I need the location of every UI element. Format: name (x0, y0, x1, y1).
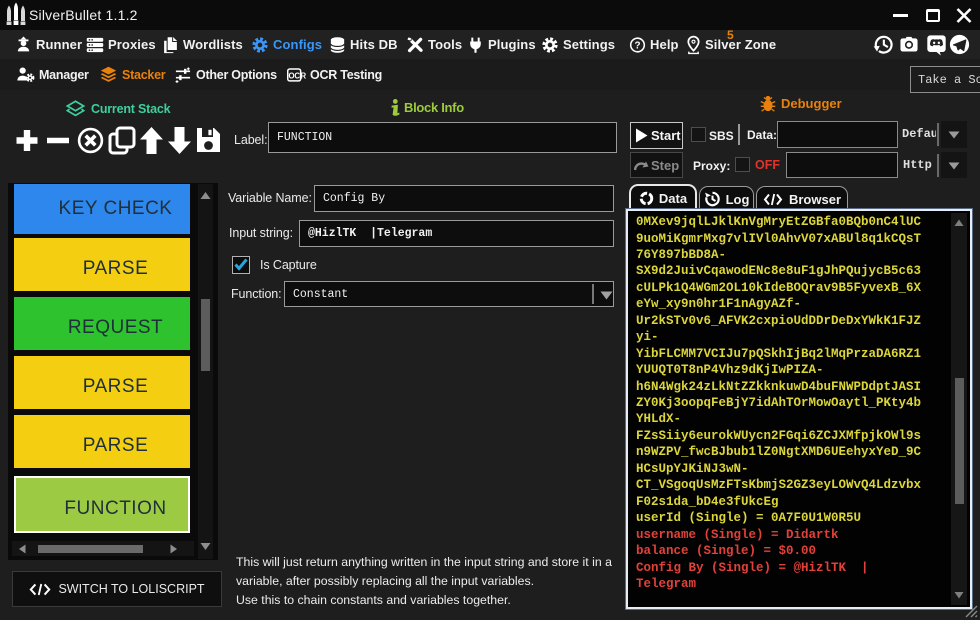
svg-text:R: R (301, 71, 306, 80)
svg-text:OC: OC (289, 71, 301, 80)
svg-text:?: ? (634, 40, 640, 51)
